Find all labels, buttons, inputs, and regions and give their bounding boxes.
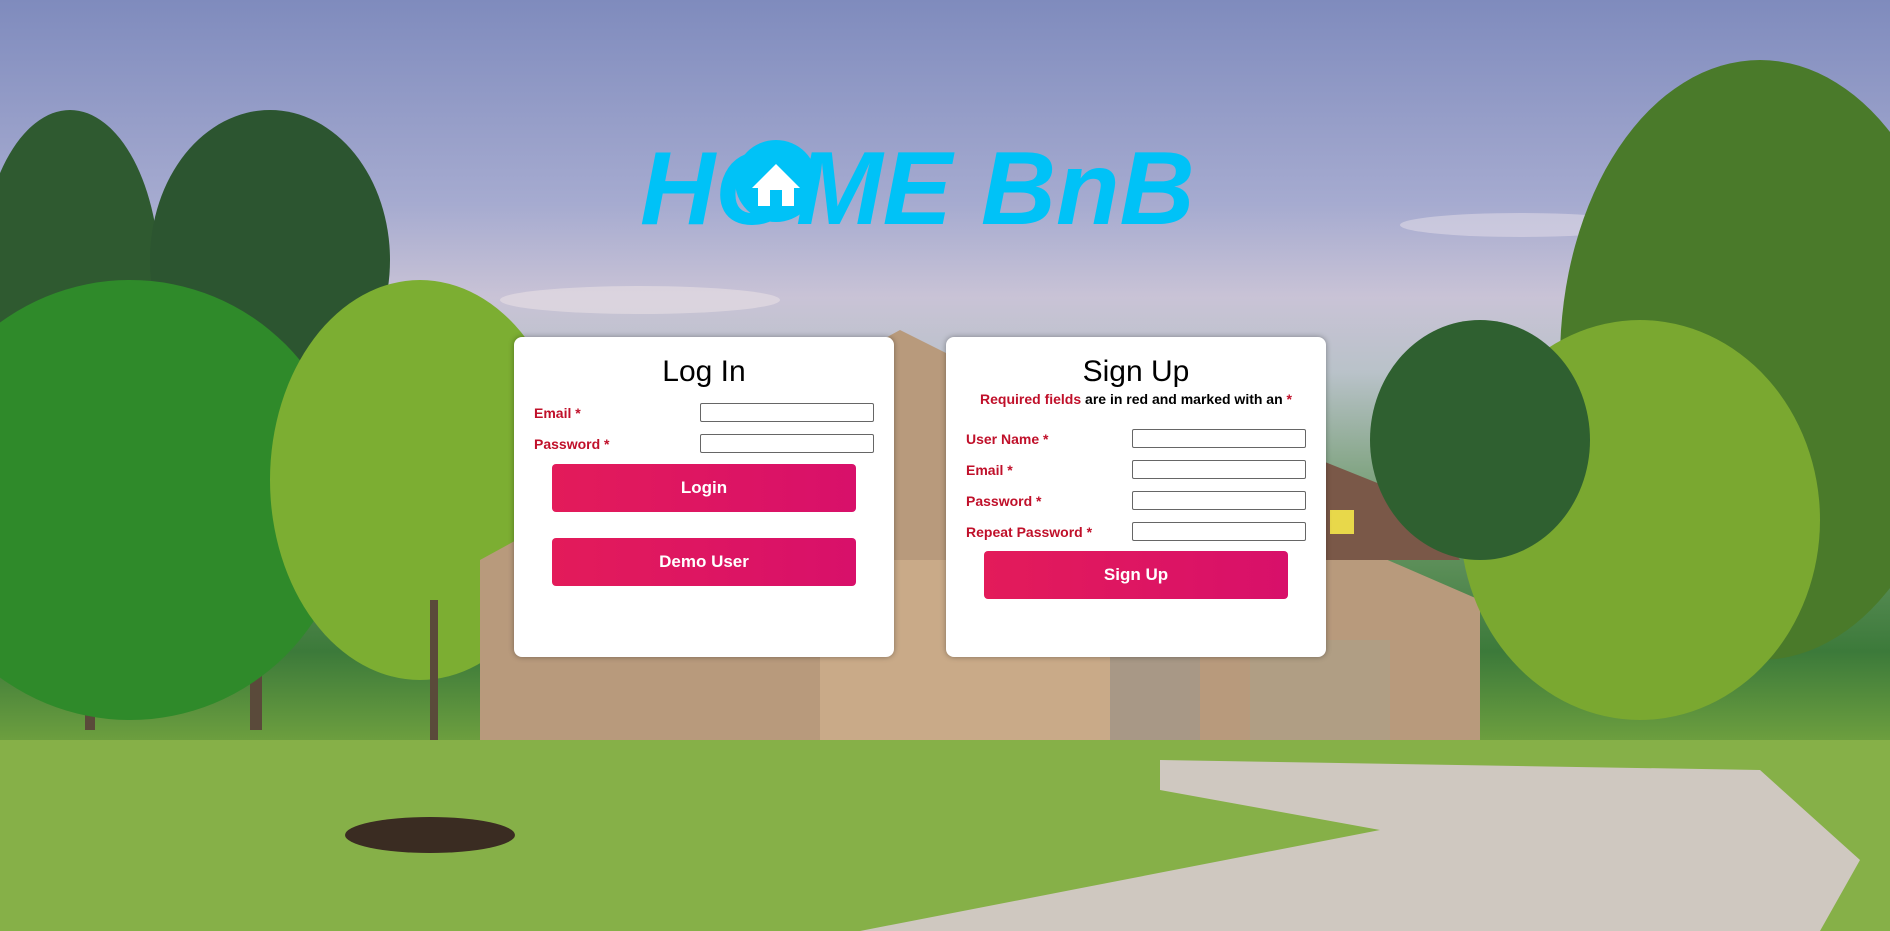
signup-repeat-password-label: Repeat Password * xyxy=(966,524,1093,540)
signup-title: Sign Up xyxy=(1082,355,1190,388)
login-button[interactable]: Login xyxy=(552,464,856,512)
required-fields-text: Required fields xyxy=(980,391,1082,407)
required-fields-note: Required fields are in red and marked wi… xyxy=(946,391,1326,407)
signup-email-label: Email * xyxy=(966,462,1013,478)
required-fields-rest: are in red and marked with an xyxy=(1081,391,1287,407)
signup-username-input[interactable] xyxy=(1132,429,1306,448)
required-asterisk: * xyxy=(1286,391,1292,407)
login-card: Log In Email * Password * Login Demo Use… xyxy=(514,337,894,657)
demo-user-button[interactable]: Demo User xyxy=(552,538,856,586)
login-title: Log In xyxy=(662,355,746,388)
signup-username-row: User Name * xyxy=(966,429,1306,451)
login-email-input[interactable] xyxy=(700,403,874,422)
signup-password-label: Password * xyxy=(966,493,1042,509)
house-icon xyxy=(735,140,817,222)
login-password-row: Password * xyxy=(534,434,874,456)
signup-button[interactable]: Sign Up xyxy=(984,551,1288,599)
logo-text: HOME BnB xyxy=(640,131,1195,238)
signup-password-row: Password * xyxy=(966,491,1306,513)
signup-password-input[interactable] xyxy=(1132,491,1306,510)
signup-repeat-password-row: Repeat Password * xyxy=(966,522,1306,544)
login-password-input[interactable] xyxy=(700,434,874,453)
signup-card: Sign Up Required fields are in red and m… xyxy=(946,337,1326,657)
login-password-label: Password * xyxy=(534,436,610,452)
signup-username-label: User Name * xyxy=(966,431,1049,447)
signup-email-input[interactable] xyxy=(1132,460,1306,479)
login-email-label: Email * xyxy=(534,405,581,421)
home-bnb-logo: HOME BnB xyxy=(640,128,1250,238)
signup-repeat-password-input[interactable] xyxy=(1132,522,1306,541)
login-email-row: Email * xyxy=(534,403,874,425)
signup-email-row: Email * xyxy=(966,460,1306,482)
